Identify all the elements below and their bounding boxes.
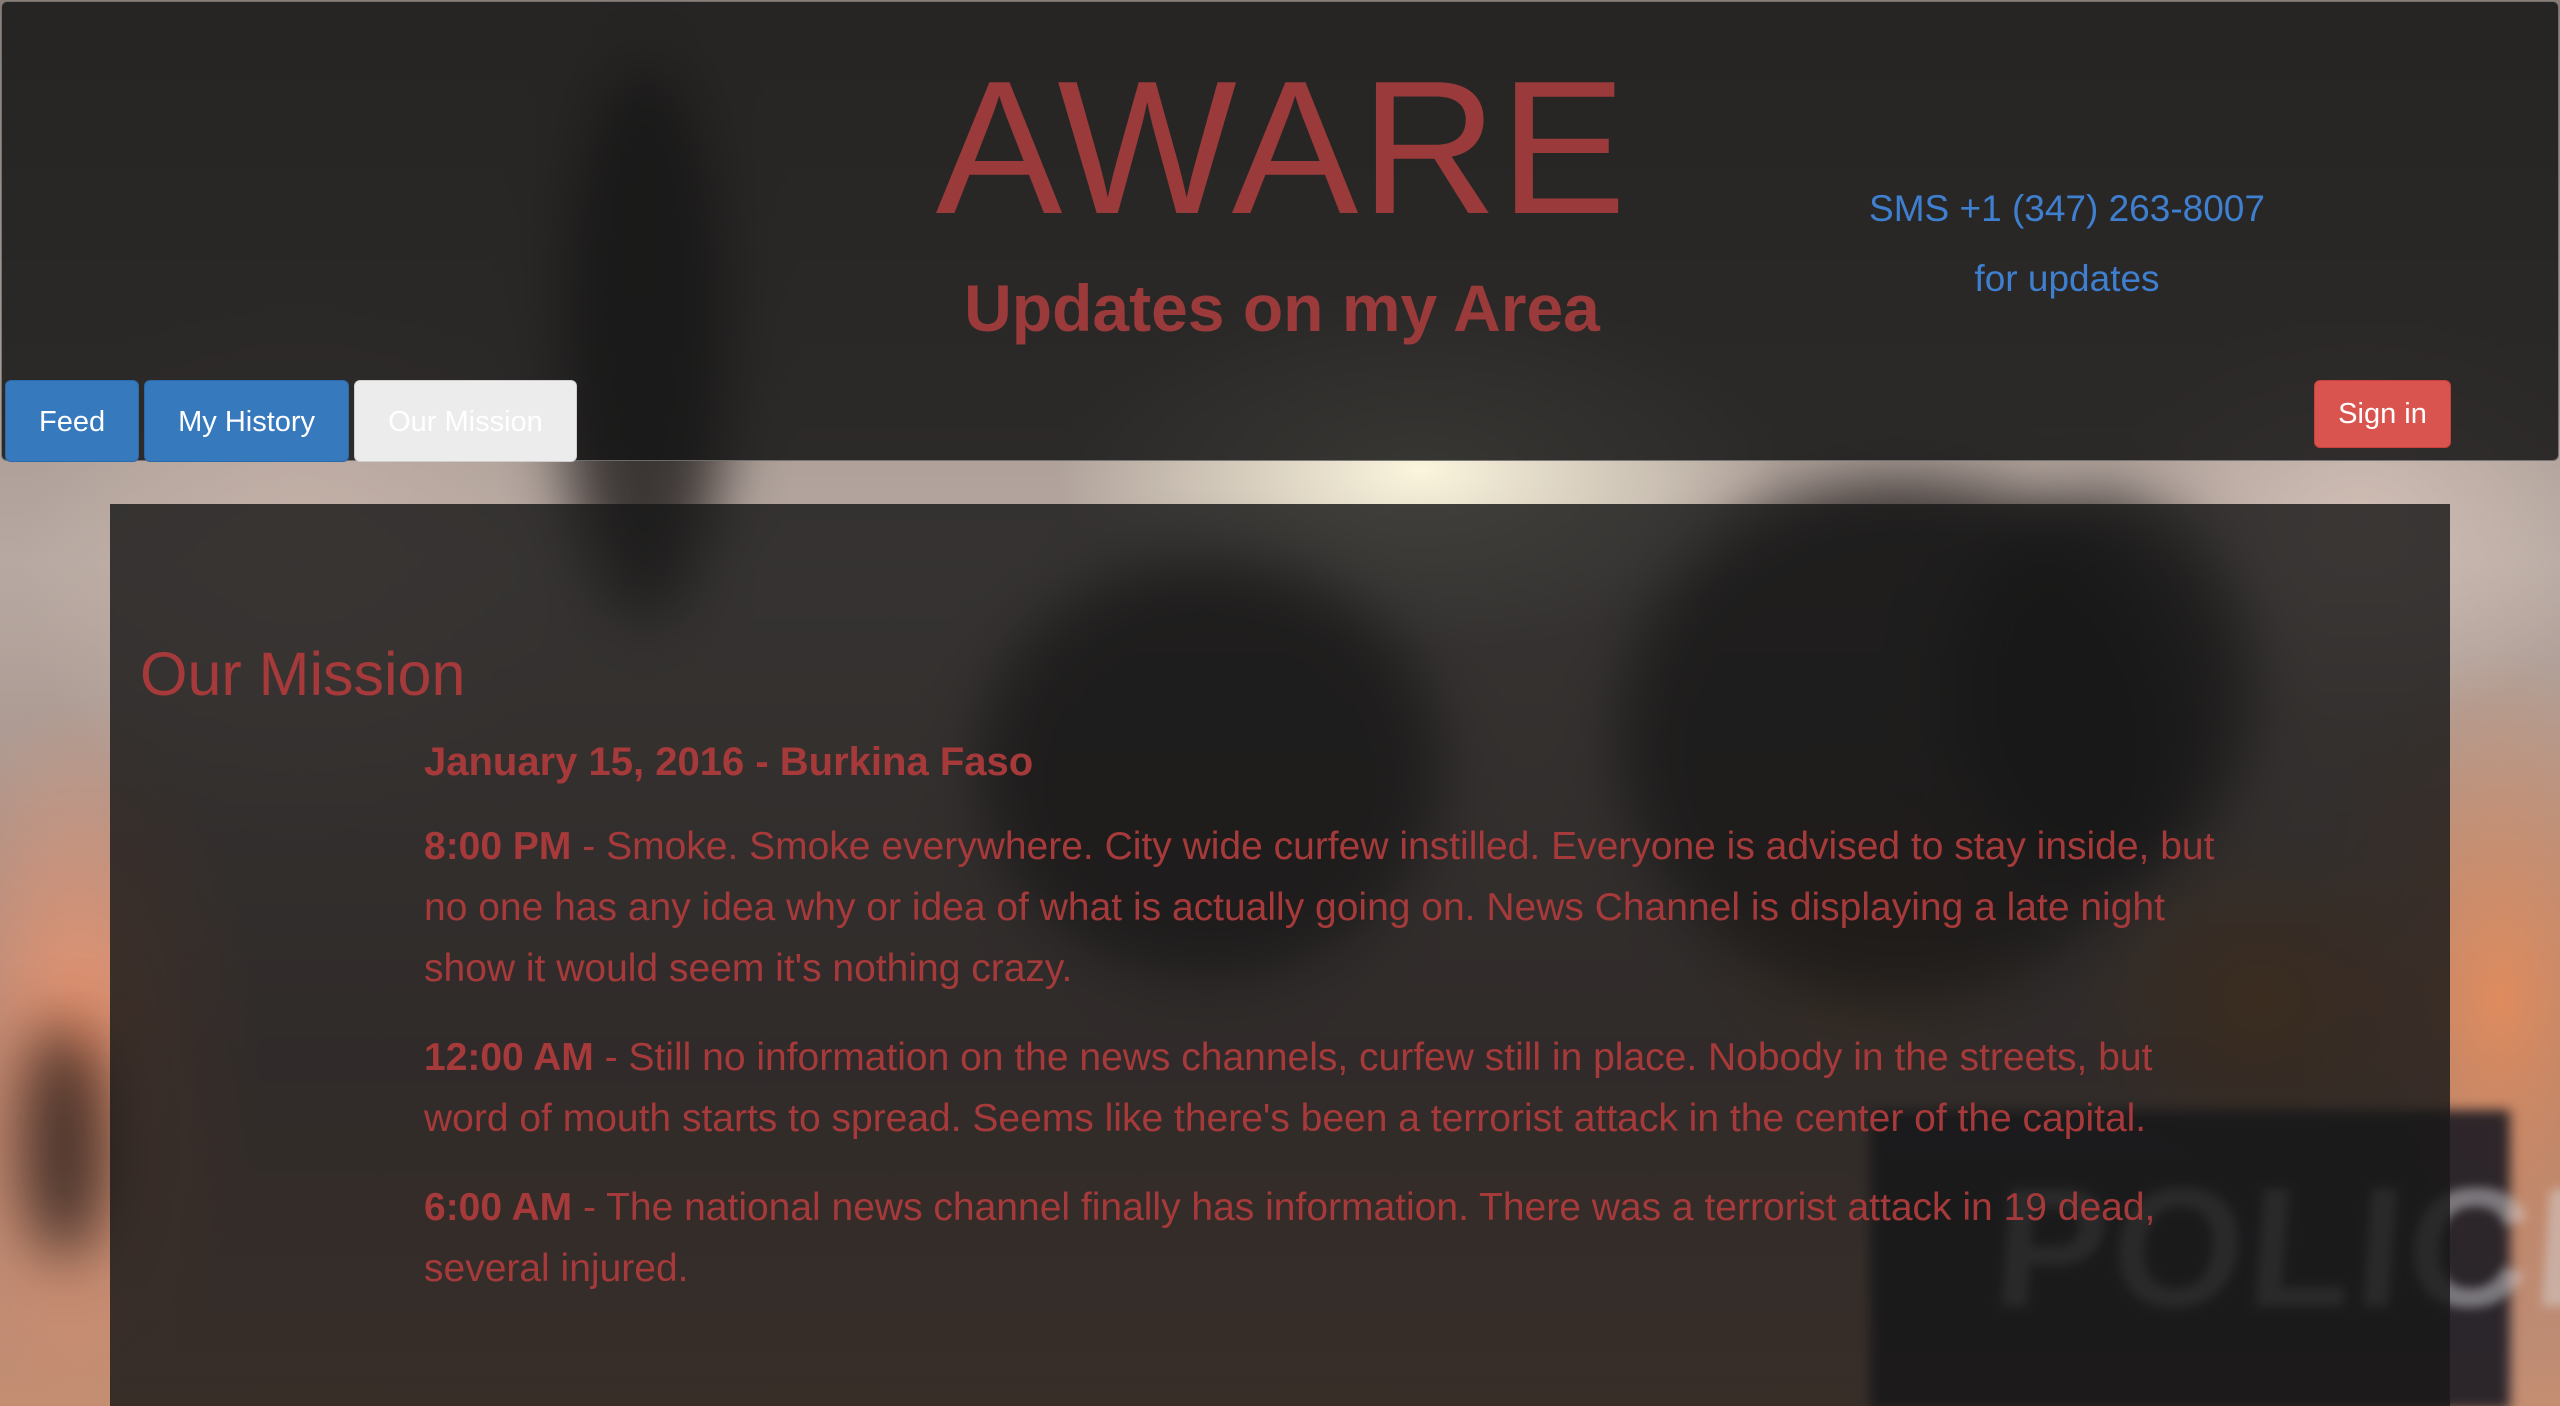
site-header: AWARE Updates on my Area SMS +1 (347) 26… [1,1,2559,462]
background-figure-person [20,1020,110,1260]
mission-panel: Our Mission January 15, 2016 - Burkina F… [110,504,2450,1406]
sms-number: SMS +1 (347) 263-8007 [1869,188,2265,229]
mission-content: January 15, 2016 - Burkina Faso 8:00 PM … [424,726,2244,1327]
entry-time: 12:00 AM [424,1036,594,1079]
sign-in-button[interactable]: Sign in [2314,380,2451,448]
entry-text: - Still no information on the news chann… [424,1036,2153,1140]
sms-note: for updates [1974,258,2160,299]
entry-text: - Smoke. Smoke everywhere. City wide cur… [424,825,2215,990]
timeline-entry: 12:00 AM - Still no information on the n… [424,1027,2244,1149]
entry-time: 8:00 PM [424,825,572,868]
tab-our-mission[interactable]: Our Mission [354,380,577,462]
timeline-entry: 8:00 PM - Smoke. Smoke everywhere. City … [424,816,2244,999]
timeline-entry: 6:00 AM - The national news channel fina… [424,1177,2244,1299]
date-location: January 15, 2016 - Burkina Faso [424,740,1034,784]
nav-tabs: Feed My History Our Mission [5,380,577,462]
entry-text: - The national news channel finally has … [424,1186,2156,1290]
section-title: Our Mission [140,640,466,708]
sms-info: SMS +1 (347) 263-8007 for updates [1822,182,2312,322]
entry-time: 6:00 AM [424,1186,573,1229]
tab-feed[interactable]: Feed [5,380,140,462]
tab-my-history[interactable]: My History [144,380,350,462]
